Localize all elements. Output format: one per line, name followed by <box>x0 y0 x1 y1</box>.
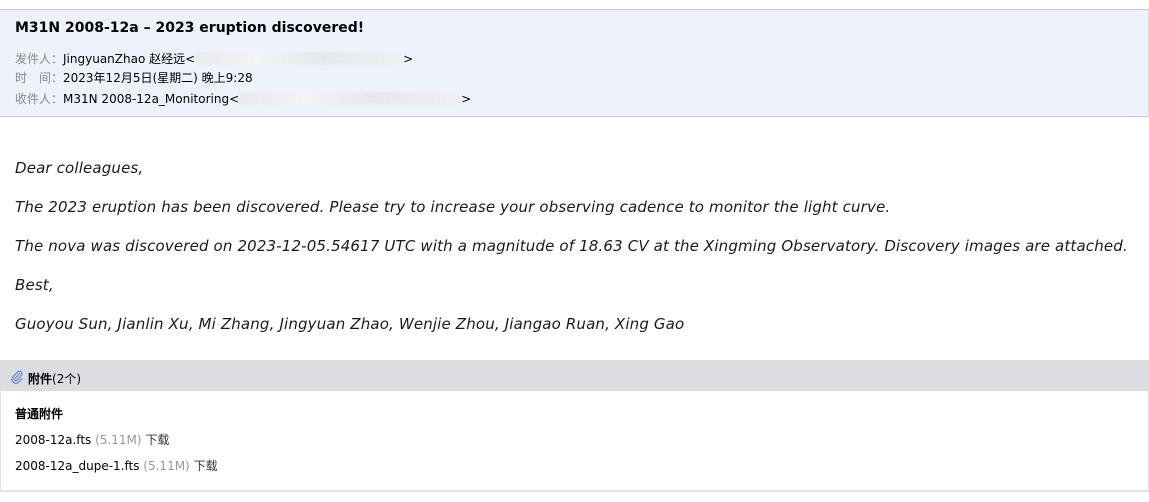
to-label: 收件人： <box>15 92 64 106</box>
attachment-size: (5.11M) <box>95 433 142 447</box>
from-value[interactable]: JingyuanZhao 赵经远< <box>63 52 195 66</box>
closing: Best, <box>15 276 54 294</box>
attachment-filename[interactable]: 2008-12a_dupe-1.fts <box>15 459 139 473</box>
time-value: 2023年12月5日(星期二) 晚上9:28 <box>63 71 253 85</box>
time-row: 时 间：2023年12月5日(星期二) 晚上9:28 <box>15 69 253 86</box>
redacted-email <box>239 92 462 105</box>
to-row: 收件人：M31N 2008-12a_Monitoring< > <box>15 90 471 107</box>
to-value[interactable]: M31N 2008-12a_Monitoring< <box>63 92 239 106</box>
attachment-section-title: 普通附件 <box>15 407 64 421</box>
redacted-email <box>195 52 404 65</box>
from-label: 发件人： <box>15 52 64 66</box>
attachment-count: (2个) <box>52 372 82 386</box>
to-suffix: > <box>461 92 472 106</box>
from-row: 发件人：JingyuanZhao 赵经远< > <box>15 50 413 67</box>
time-label: 时 间： <box>15 71 64 85</box>
attachment-size: (5.11M) <box>143 459 190 473</box>
download-link[interactable]: 下载 <box>194 459 218 473</box>
body-paragraph-1: The 2023 eruption has been discovered. P… <box>15 198 891 216</box>
attachment-filename[interactable]: 2008-12a.fts <box>15 433 91 447</box>
body-paragraph-2: The nova was discovered on 2023-12-05.54… <box>15 237 1128 255</box>
attachment-title-label: 附件 <box>28 372 53 386</box>
paperclip-icon <box>11 369 23 388</box>
attachment-title: 附件(2个) <box>28 370 81 387</box>
download-link[interactable]: 下载 <box>145 433 169 447</box>
attachment-item: 2008-12a_dupe-1.fts (5.11M) 下载 <box>15 457 218 474</box>
greeting: Dear colleagues, <box>15 159 144 177</box>
from-suffix: > <box>403 52 414 66</box>
attachment-bar: 附件(2个) <box>0 360 1149 391</box>
attachment-item: 2008-12a.fts (5.11M) 下载 <box>15 431 169 448</box>
signature: Guoyou Sun, Jianlin Xu, Mi Zhang, Jingyu… <box>15 315 685 333</box>
email-subject: M31N 2008-12a – 2023 eruption discovered… <box>15 20 365 36</box>
attachment-list: 普通附件 2008-12a.fts (5.11M) 下载 2008-12a_du… <box>0 391 1149 492</box>
email-header: M31N 2008-12a – 2023 eruption discovered… <box>0 9 1149 117</box>
